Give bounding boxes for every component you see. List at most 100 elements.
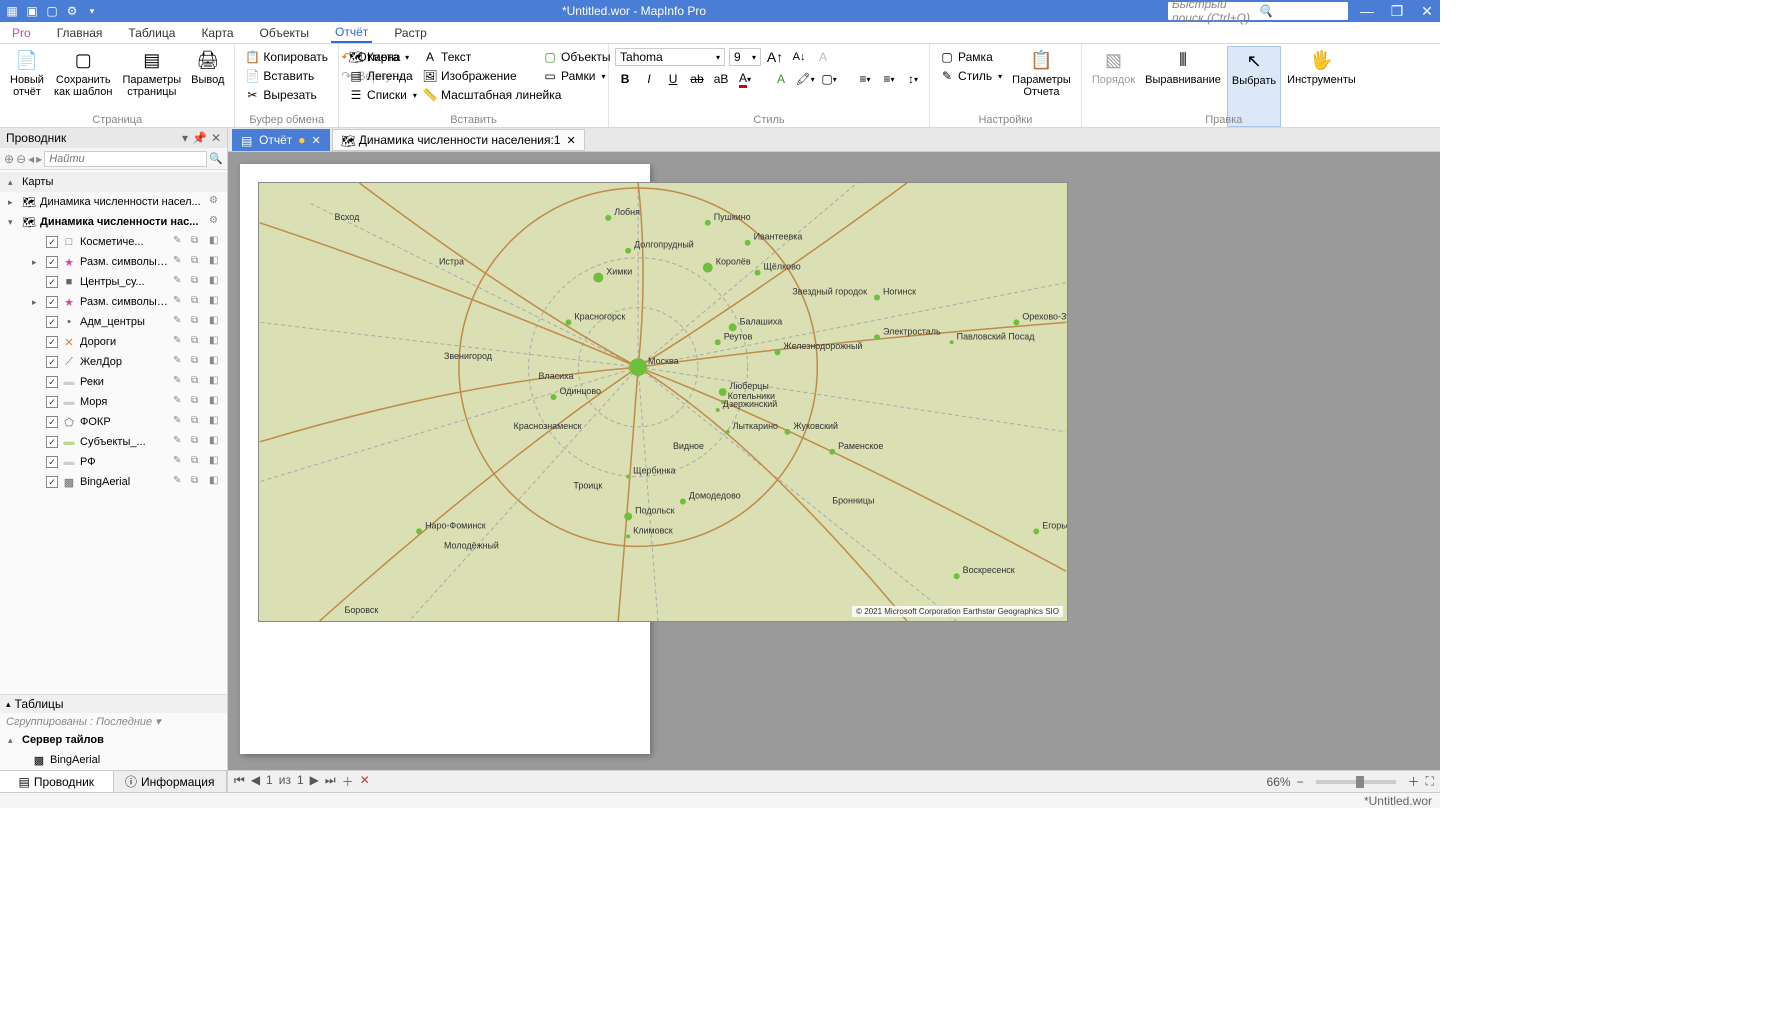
zoom-in-button[interactable]: ＋ xyxy=(1408,773,1420,790)
tab-explorer[interactable]: ▤Проводник xyxy=(0,771,114,792)
align-left-button[interactable]: ≡▾ xyxy=(855,70,875,88)
report-canvas[interactable]: МоскваВсходЛобняПушкиноИвантеевкаДолгопр… xyxy=(228,152,1440,770)
qat-btn-2[interactable]: ▣ xyxy=(24,3,40,19)
layer-checkbox[interactable]: ✓ xyxy=(46,336,58,348)
cut-button[interactable]: ✂Вырезать xyxy=(241,86,332,104)
layer-item[interactable]: ✓□Косметиче...✎⧉◧ xyxy=(0,232,227,252)
menu-table[interactable]: Таблица xyxy=(124,24,179,42)
bold-button[interactable]: B xyxy=(615,70,635,88)
layer-label-icon[interactable]: ⧉ xyxy=(191,255,205,269)
strike-button[interactable]: ab xyxy=(687,70,707,88)
align-center-button[interactable]: ≡▾ xyxy=(879,70,899,88)
layer-checkbox[interactable]: ✓ xyxy=(46,456,58,468)
layer-label-icon[interactable]: ⧉ xyxy=(191,355,205,369)
layer-style-icon[interactable]: ◧ xyxy=(209,275,223,289)
menu-raster[interactable]: Растр xyxy=(390,24,430,42)
qat-btn-1[interactable]: ▦ xyxy=(4,3,20,19)
line-spacing-button[interactable]: ↕▾ xyxy=(903,70,923,88)
page-delete-button[interactable]: ✕ xyxy=(360,773,370,790)
layer-style-icon[interactable]: ◧ xyxy=(209,375,223,389)
layer-edit-icon[interactable]: ✎ xyxy=(173,375,187,389)
layer-item[interactable]: ✓▩BingAerial✎⧉◧ xyxy=(0,472,227,492)
layer-checkbox[interactable]: ✓ xyxy=(46,236,58,248)
layer-edit-icon[interactable]: ✎ xyxy=(173,335,187,349)
layer-style-icon[interactable]: ◧ xyxy=(209,395,223,409)
style-a-button[interactable]: A xyxy=(771,70,791,88)
insert-scalebar-button[interactable]: 📏Масштабная линейка xyxy=(419,86,565,104)
grouped-label[interactable]: Сгруппированы : Последние ▾ xyxy=(0,713,227,730)
menu-report[interactable]: Отчёт xyxy=(331,23,372,43)
explorer-search-icon[interactable]: 🔍 xyxy=(209,152,223,165)
layer-checkbox[interactable]: ✓ xyxy=(46,356,58,368)
quick-search[interactable]: Быстрый поиск (Ctrl+Q) 🔍 xyxy=(1168,2,1348,20)
layer-label-icon[interactable]: ⧉ xyxy=(191,415,205,429)
layer-label-icon[interactable]: ⧉ xyxy=(191,335,205,349)
layer-edit-icon[interactable]: ✎ xyxy=(173,415,187,429)
font-color-button[interactable]: A xyxy=(813,48,833,66)
layer-edit-icon[interactable]: ✎ xyxy=(173,235,187,249)
layer-style-icon[interactable]: ◧ xyxy=(209,235,223,249)
tab-close-icon[interactable]: ✕ xyxy=(312,134,321,147)
tab-close-icon[interactable]: ✕ xyxy=(567,134,576,147)
menu-main[interactable]: Главная xyxy=(53,24,107,42)
nav-back-icon[interactable]: ◂ xyxy=(28,152,34,166)
font-family-select[interactable]: Tahoma▾ xyxy=(615,48,725,66)
doc-tab-map[interactable]: 🗺Динамика численности населения:1✕ xyxy=(332,129,585,151)
explorer-close-icon[interactable]: ✕ xyxy=(211,131,221,145)
layer-label-icon[interactable]: ⧉ xyxy=(191,455,205,469)
explorer-pin-icon[interactable]: 📌 xyxy=(192,131,207,145)
layer-item[interactable]: ✓■Центры_су...✎⧉◧ xyxy=(0,272,227,292)
frame-style-button[interactable]: ✎Стиль▾ xyxy=(936,67,1006,85)
layer-item[interactable]: ✓▬Моря✎⧉◧ xyxy=(0,392,227,412)
underline-button[interactable]: U xyxy=(663,70,683,88)
map-item-2[interactable]: ▾🗺Динамика численности нас...⚙ xyxy=(0,212,227,232)
layer-item[interactable]: ✓▬РФ✎⧉◧ xyxy=(0,452,227,472)
maps-header[interactable]: ▴Карты xyxy=(0,172,227,192)
paste-button[interactable]: 📄Вставить xyxy=(241,67,332,85)
layer-label-icon[interactable]: ⧉ xyxy=(191,275,205,289)
layer-checkbox[interactable]: ✓ xyxy=(46,296,58,308)
page-prev-button[interactable]: ◀ xyxy=(251,773,260,790)
layer-edit-icon[interactable]: ✎ xyxy=(173,275,187,289)
font-size-select[interactable]: 9▾ xyxy=(729,48,761,66)
layer-style-icon[interactable]: ◧ xyxy=(209,455,223,469)
layer-checkbox[interactable]: ✓ xyxy=(46,396,58,408)
page-next-button[interactable]: ▶ xyxy=(310,773,319,790)
frame-button[interactable]: ▢Рамка xyxy=(936,48,1006,66)
layer-style-icon[interactable]: ◧ xyxy=(209,335,223,349)
zoom-slider[interactable] xyxy=(1316,780,1396,784)
layer-item[interactable]: ✓•Адм_центры✎⧉◧ xyxy=(0,312,227,332)
layer-edit-icon[interactable]: ✎ xyxy=(173,355,187,369)
map-tool-icon[interactable]: ⚙ xyxy=(209,215,223,229)
caps-button[interactable]: aB xyxy=(711,70,731,88)
layer-style-icon[interactable]: ◧ xyxy=(209,255,223,269)
close-button[interactable]: ✕ xyxy=(1418,3,1436,20)
copy-button[interactable]: 📋Копировать xyxy=(241,48,332,66)
layer-item[interactable]: ▸✓★Разм. символы - pop...✎⧉◧ xyxy=(0,252,227,272)
tile-server-item[interactable]: ▴Сервер тайлов xyxy=(0,730,227,750)
layer-item[interactable]: ✓▬Реки✎⧉◧ xyxy=(0,372,227,392)
layer-edit-icon[interactable]: ✎ xyxy=(173,475,187,489)
layer-edit-icon[interactable]: ✎ xyxy=(173,395,187,409)
layer-style-icon[interactable]: ◧ xyxy=(209,355,223,369)
text-color-button[interactable]: A▾ xyxy=(735,70,755,88)
map-item-1[interactable]: ▸🗺Динамика численности насел...⚙ xyxy=(0,192,227,212)
layer-label-icon[interactable]: ⧉ xyxy=(191,315,205,329)
bing-item[interactable]: ▩BingAerial xyxy=(0,750,227,770)
highlight-button[interactable]: 🖍▾ xyxy=(795,70,815,88)
layer-style-icon[interactable]: ◧ xyxy=(209,295,223,309)
qat-btn-3[interactable]: ▢ xyxy=(44,3,60,19)
layer-edit-icon[interactable]: ✎ xyxy=(173,435,187,449)
layer-label-icon[interactable]: ⧉ xyxy=(191,475,205,489)
grow-font-button[interactable]: A↑ xyxy=(765,48,785,66)
italic-button[interactable]: I xyxy=(639,70,659,88)
page-first-button[interactable]: ⏮ xyxy=(234,773,245,790)
layer-item[interactable]: ▸✓★Разм. символы - pop...✎⧉◧ xyxy=(0,292,227,312)
nav-fwd-icon[interactable]: ▸ xyxy=(36,152,42,166)
layer-checkbox[interactable]: ✓ xyxy=(46,376,58,388)
layer-label-icon[interactable]: ⧉ xyxy=(191,295,205,309)
tab-info[interactable]: ⓘИнформация xyxy=(114,771,228,792)
zoom-out-button[interactable]: − xyxy=(1297,775,1304,789)
page-add-button[interactable]: ＋ xyxy=(342,773,354,790)
menu-objects[interactable]: Объекты xyxy=(256,24,314,42)
